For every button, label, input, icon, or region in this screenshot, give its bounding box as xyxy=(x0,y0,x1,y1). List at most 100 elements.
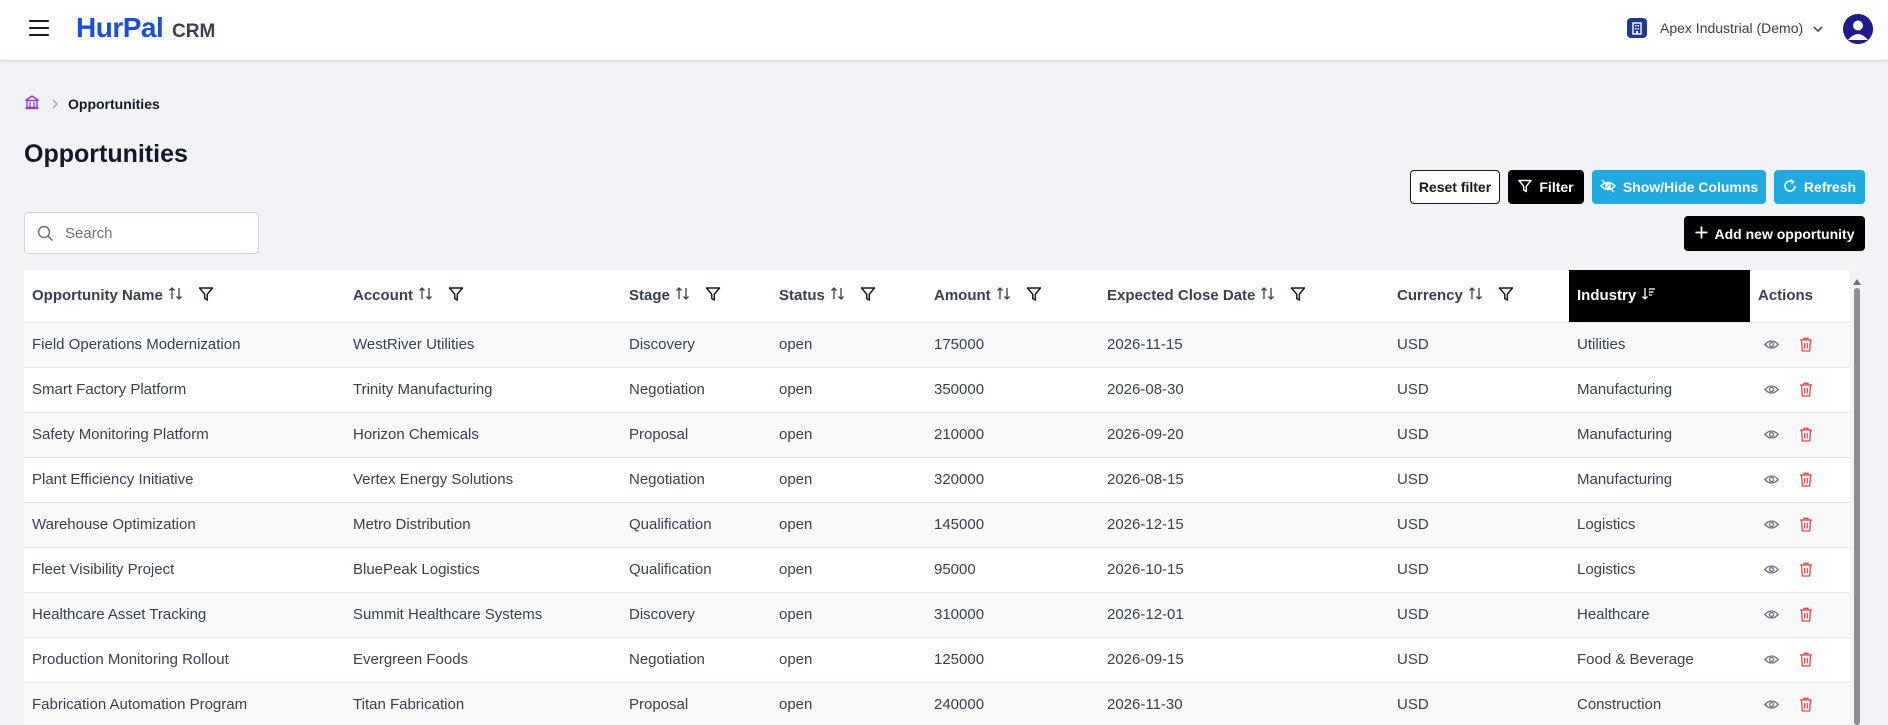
column-filter-icon[interactable] xyxy=(705,286,721,306)
column-filter-icon[interactable] xyxy=(448,286,464,306)
delete-trash-icon[interactable] xyxy=(1799,472,1813,487)
reset-filter-button[interactable]: Reset filter xyxy=(1410,170,1500,204)
cell-actions xyxy=(1750,637,1850,683)
view-eye-icon[interactable] xyxy=(1764,654,1779,665)
sort-icon[interactable] xyxy=(1468,286,1484,305)
cell-account: WestRiver Utilities xyxy=(345,322,621,368)
table-row[interactable]: Warehouse Optimization Metro Distribution… xyxy=(24,502,1850,548)
column-header-currency[interactable]: Currency xyxy=(1389,270,1569,323)
cell-opportunity-name: Warehouse Optimization xyxy=(24,502,345,548)
delete-trash-icon[interactable] xyxy=(1799,382,1813,397)
cell-amount: 175000 xyxy=(926,322,1099,368)
cell-account: Titan Fabrication xyxy=(345,682,621,725)
table-row[interactable]: Smart Factory Platform Trinity Manufactur… xyxy=(24,367,1850,413)
cell-stage: Negotiation xyxy=(621,367,771,413)
column-header-expected-close-date[interactable]: Expected Close Date xyxy=(1099,270,1389,323)
cell-expected-close-date: 2026-08-15 xyxy=(1099,457,1389,503)
table-row[interactable]: Fabrication Automation Program Titan Fabr… xyxy=(24,682,1850,725)
delete-trash-icon[interactable] xyxy=(1799,652,1813,667)
column-header-stage[interactable]: Stage xyxy=(621,270,771,323)
cell-account: BluePeak Logistics xyxy=(345,547,621,593)
home-icon[interactable] xyxy=(24,94,40,113)
cell-industry: Construction xyxy=(1569,682,1750,725)
delete-trash-icon[interactable] xyxy=(1799,607,1813,622)
show-hide-columns-button[interactable]: Show/Hide Columns xyxy=(1592,170,1766,204)
view-eye-icon[interactable] xyxy=(1764,564,1779,575)
view-eye-icon[interactable] xyxy=(1764,474,1779,485)
sort-icon[interactable] xyxy=(1260,286,1276,305)
delete-trash-icon[interactable] xyxy=(1799,562,1813,577)
column-header-account[interactable]: Account xyxy=(345,270,621,323)
table-row[interactable]: Safety Monitoring Platform Horizon Chemic… xyxy=(24,412,1850,458)
view-eye-icon[interactable] xyxy=(1764,699,1779,710)
chevron-down-icon xyxy=(1813,19,1823,37)
table-row[interactable]: Production Monitoring Rollout Evergreen F… xyxy=(24,637,1850,683)
cell-opportunity-name: Plant Efficiency Initiative xyxy=(24,457,345,503)
cell-expected-close-date: 2026-08-30 xyxy=(1099,367,1389,413)
delete-trash-icon[interactable] xyxy=(1799,337,1813,352)
column-header-opportunity-name[interactable]: Opportunity Name xyxy=(24,270,345,323)
table-row[interactable]: Field Operations Modernization WestRiver … xyxy=(24,322,1850,368)
org-name: Apex Industrial (Demo) xyxy=(1660,20,1804,36)
delete-trash-icon[interactable] xyxy=(1799,517,1813,532)
sort-icon[interactable] xyxy=(168,286,184,305)
sort-icon[interactable] xyxy=(996,286,1012,305)
column-label: Stage xyxy=(629,287,670,305)
cell-stage: Discovery xyxy=(621,592,771,638)
table-row[interactable]: Healthcare Asset Tracking Summit Healthca… xyxy=(24,592,1850,638)
eye-off-icon xyxy=(1599,179,1623,196)
avatar[interactable] xyxy=(1843,14,1873,44)
column-header-industry[interactable]: Industry xyxy=(1569,270,1750,323)
scrollbar-thumb[interactable] xyxy=(1854,288,1860,725)
filter-label: Filter xyxy=(1539,179,1574,195)
cell-amount: 320000 xyxy=(926,457,1099,503)
sort-descending-icon[interactable] xyxy=(1641,286,1657,305)
cell-opportunity-name: Safety Monitoring Platform xyxy=(24,412,345,458)
cell-amount: 240000 xyxy=(926,682,1099,725)
table-scrollbar[interactable] xyxy=(1852,272,1862,725)
column-filter-icon[interactable] xyxy=(1026,286,1042,306)
column-filter-icon[interactable] xyxy=(198,286,214,306)
cell-stage: Qualification xyxy=(621,502,771,548)
search-input[interactable] xyxy=(65,213,250,253)
sort-icon[interactable] xyxy=(418,286,434,305)
view-eye-icon[interactable] xyxy=(1764,609,1779,620)
search-box xyxy=(24,212,259,254)
org-switcher[interactable]: Apex Industrial (Demo) xyxy=(1627,18,1823,38)
building-icon xyxy=(1627,18,1647,38)
table-row[interactable]: Plant Efficiency Initiative Vertex Energy… xyxy=(24,457,1850,503)
cell-expected-close-date: 2026-09-20 xyxy=(1099,412,1389,458)
column-label: Account xyxy=(353,287,413,305)
cell-currency: USD xyxy=(1389,682,1569,725)
cell-expected-close-date: 2026-11-30 xyxy=(1099,682,1389,725)
cell-currency: USD xyxy=(1389,457,1569,503)
cell-amount: 145000 xyxy=(926,502,1099,548)
column-filter-icon[interactable] xyxy=(1498,286,1514,306)
delete-trash-icon[interactable] xyxy=(1799,697,1813,712)
filter-button[interactable]: Filter xyxy=(1508,170,1584,204)
column-label: Expected Close Date xyxy=(1107,287,1256,305)
view-eye-icon[interactable] xyxy=(1764,339,1779,350)
refresh-button[interactable]: Refresh xyxy=(1774,170,1865,204)
add-opportunity-button[interactable]: Add new opportunity xyxy=(1684,216,1865,251)
column-header-status[interactable]: Status xyxy=(771,270,926,323)
view-eye-icon[interactable] xyxy=(1764,519,1779,530)
view-eye-icon[interactable] xyxy=(1764,384,1779,395)
cell-expected-close-date: 2026-09-15 xyxy=(1099,637,1389,683)
sort-icon[interactable] xyxy=(830,286,846,305)
column-filter-icon[interactable] xyxy=(860,286,876,306)
cell-status: open xyxy=(771,412,926,458)
brand-logo[interactable]: HurPal xyxy=(76,12,164,44)
column-header-amount[interactable]: Amount xyxy=(926,270,1099,323)
cell-industry: Food & Beverage xyxy=(1569,637,1750,683)
menu-icon[interactable] xyxy=(29,20,49,36)
view-eye-icon[interactable] xyxy=(1764,429,1779,440)
add-opportunity-label: Add new opportunity xyxy=(1714,225,1855,242)
sort-icon[interactable] xyxy=(675,286,691,305)
cell-account: Summit Healthcare Systems xyxy=(345,592,621,638)
column-filter-icon[interactable] xyxy=(1290,286,1306,306)
delete-trash-icon[interactable] xyxy=(1799,427,1813,442)
table-row[interactable]: Fleet Visibility Project BluePeak Logisti… xyxy=(24,547,1850,593)
cell-stage: Negotiation xyxy=(621,457,771,503)
cell-opportunity-name: Healthcare Asset Tracking xyxy=(24,592,345,638)
